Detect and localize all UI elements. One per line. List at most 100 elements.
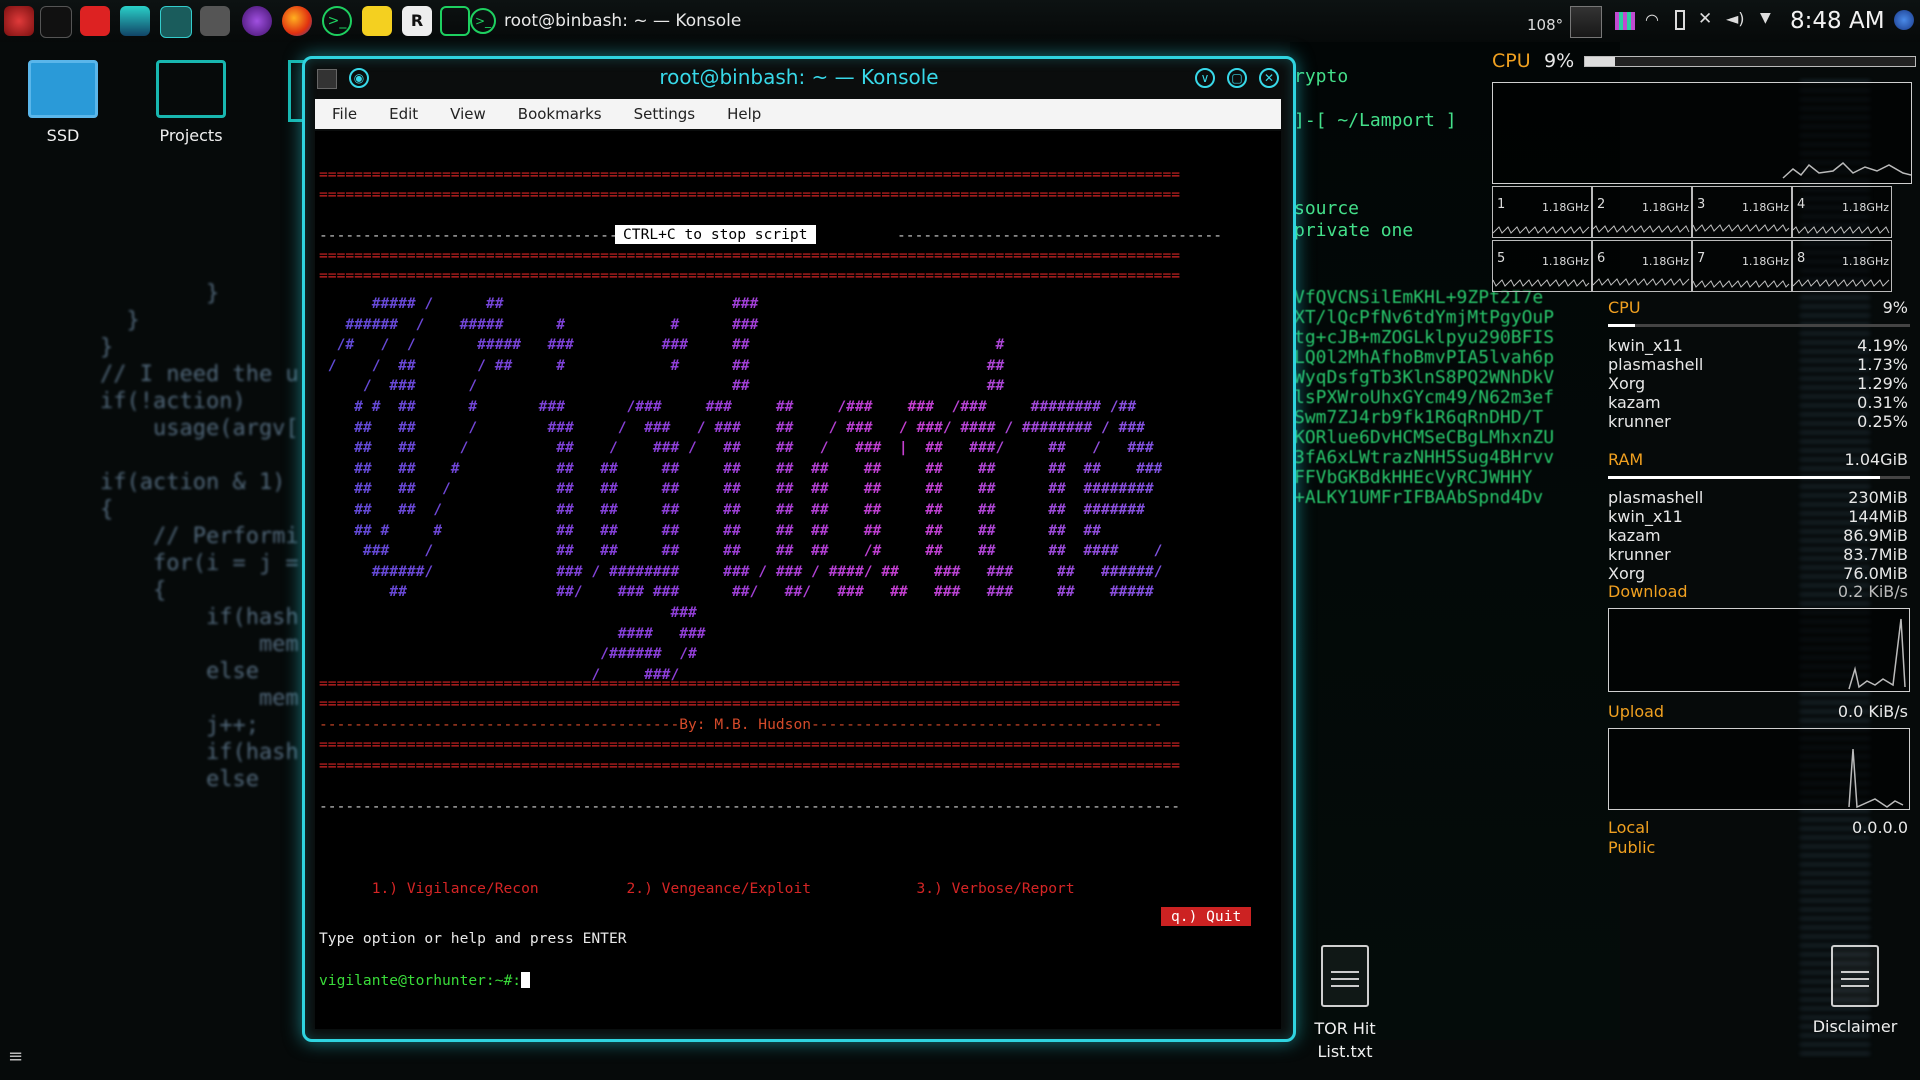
- process-value: 76.0MiB: [1843, 564, 1908, 583]
- background-terminal-text: rypto ]-[ ~/Lamport ] source private one: [1294, 66, 1457, 241]
- ram-section-value: 1.04GiB: [1844, 450, 1908, 469]
- menu-options: 1.) Vigilance/Recon 2.) Vengeance/Exploi…: [319, 880, 1075, 897]
- close-button[interactable]: ✕: [1259, 68, 1279, 88]
- prompt-text: vigilante@torhunter:~#:: [319, 972, 522, 989]
- tray-expand-icon[interactable]: ▼: [1760, 10, 1771, 26]
- battery-icon[interactable]: [1675, 10, 1685, 30]
- taskbar-konsole-button[interactable]: >_ root@binbash: ~ — Konsole: [470, 4, 741, 38]
- instruction-text: Type option or help and press ENTER: [319, 930, 627, 947]
- process-name: krunner: [1608, 545, 1671, 564]
- command-prompt[interactable]: vigilante@torhunter:~#:: [319, 972, 531, 989]
- home-icon[interactable]: [440, 6, 470, 36]
- text-cursor: [521, 972, 531, 988]
- process-value: 83.7MiB: [1843, 545, 1908, 564]
- cpu-usage-bar: [1608, 324, 1910, 327]
- cpu-header-label: CPU: [1492, 50, 1531, 72]
- ip-value: 0.0.0.0: [1852, 818, 1908, 837]
- desktop-toolbox-icon[interactable]: ≡: [8, 1046, 38, 1070]
- minimize-button[interactable]: ∨: [1195, 68, 1215, 88]
- separator-line: ========================================…: [319, 267, 1181, 284]
- core-graphs: 1 1.18GHz 2 1.18GHz 3 1.18GHz 4 1.18GHz 5 1.18GHz…: [1492, 186, 1912, 292]
- cpu-section-label: CPU: [1608, 298, 1641, 317]
- core-sparkline: [1493, 279, 1590, 287]
- desktop-icon-label: Projects: [159, 126, 223, 145]
- process-value: 4.19%: [1857, 336, 1908, 355]
- process-value: 0.25%: [1857, 412, 1908, 431]
- taskbar-window-title: root@binbash: ~ — Konsole: [504, 11, 742, 31]
- menu-view[interactable]: View: [433, 105, 501, 123]
- stop-script-notice: CTRL+C to stop script: [615, 225, 816, 244]
- system-monitor-icon[interactable]: [160, 6, 192, 38]
- core-sparkline: [1693, 280, 1790, 288]
- terminal-area[interactable]: ========================================…: [315, 131, 1281, 1029]
- process-name: krunner: [1608, 412, 1671, 431]
- core-sparkline: [1793, 226, 1890, 234]
- process-name: plasmashell: [1608, 355, 1704, 374]
- cpu-total-sparkline: [1782, 161, 1912, 179]
- desktop-icon-tor-hit-list[interactable]: TOR Hit List.txt: [1290, 945, 1400, 1063]
- core-graph-5: 5 1.18GHz: [1492, 240, 1592, 292]
- process-value: 0.31%: [1857, 393, 1908, 412]
- download-graph: [1608, 608, 1910, 692]
- process-name: Xorg: [1608, 564, 1646, 583]
- r-icon[interactable]: R: [402, 6, 432, 36]
- wifi-icon[interactable]: ◠: [1645, 10, 1665, 30]
- ram-section-header: RAM 1.04GiB: [1608, 450, 1908, 469]
- core-graph-3: 3 1.18GHz: [1692, 186, 1792, 238]
- media-icon[interactable]: [200, 6, 230, 36]
- core-graph-7: 7 1.18GHz: [1692, 240, 1792, 292]
- desktop-icon-projects[interactable]: Projects: [136, 60, 246, 145]
- desktop-icon-label: SSD: [46, 126, 80, 145]
- stop-line-right: -------------------------------------: [897, 227, 1223, 244]
- tor-browser-icon[interactable]: [242, 6, 272, 36]
- core-sparkline: [1793, 279, 1890, 287]
- bluetooth-icon[interactable]: ✕: [1698, 9, 1712, 29]
- process-row: kwin_x11 4.19%: [1608, 336, 1908, 355]
- process-value: 1.29%: [1857, 374, 1908, 393]
- core-graph-1: 1 1.18GHz: [1492, 186, 1592, 238]
- network-activity-icon[interactable]: [1615, 12, 1635, 30]
- byline: ----------------------------------------…: [319, 716, 1163, 733]
- globe-icon[interactable]: [1894, 10, 1914, 30]
- process-name: kazam: [1608, 526, 1661, 545]
- volume-icon[interactable]: ◄): [1726, 9, 1745, 28]
- desktop-icon-disclaimer[interactable]: Disclaimer: [1800, 945, 1910, 1036]
- menu-edit[interactable]: Edit: [372, 105, 433, 123]
- separator-line: ========================================…: [319, 675, 1181, 692]
- text-file-icon: [1321, 945, 1369, 1007]
- ram-section-label: RAM: [1608, 450, 1644, 469]
- menu-settings[interactable]: Settings: [617, 105, 711, 123]
- process-value: 1.73%: [1857, 355, 1908, 374]
- title-bar[interactable]: ◉ root@binbash: ~ — Konsole ∨ ▢ ✕: [305, 59, 1293, 97]
- process-value: 86.9MiB: [1843, 526, 1908, 545]
- upload-label: Upload: [1608, 702, 1665, 721]
- ram-usage-bar-fill: [1608, 476, 1880, 479]
- separator-line: ========================================…: [319, 247, 1181, 264]
- hacker-icon[interactable]: [40, 6, 72, 38]
- desktop-icon-ssd[interactable]: SSD: [8, 60, 118, 145]
- folder-icon[interactable]: [80, 6, 110, 36]
- separator-line: ========================================…: [319, 695, 1181, 712]
- maximize-button[interactable]: ▢: [1227, 68, 1247, 88]
- menu-bookmarks[interactable]: Bookmarks: [501, 105, 617, 123]
- process-name: kwin_x11: [1608, 507, 1683, 526]
- core-graph-8: 8 1.18GHz: [1792, 240, 1892, 292]
- separator-line: ========================================…: [319, 186, 1181, 203]
- konsole-window: ◉ root@binbash: ~ — Konsole ∨ ▢ ✕ File E…: [302, 56, 1296, 1042]
- process-row: plasmashell 1.73%: [1608, 355, 1908, 374]
- pikachu-icon[interactable]: [362, 6, 392, 36]
- process-value: 230MiB: [1848, 488, 1908, 507]
- menu-file[interactable]: File: [315, 105, 372, 123]
- terminal-icon[interactable]: >_: [322, 6, 352, 36]
- temperature-readout: 108°: [1527, 16, 1564, 34]
- menu-help[interactable]: Help: [710, 105, 776, 123]
- core-graph-6: 6 1.18GHz: [1592, 240, 1692, 292]
- process-row: plasmashell 230MiB: [1608, 488, 1908, 507]
- clock[interactable]: 8:48 AM: [1790, 8, 1885, 34]
- process-row: kwin_x11 144MiB: [1608, 507, 1908, 526]
- anime-icon[interactable]: [120, 6, 150, 36]
- desktop-icon-label: TOR Hit List.txt: [1314, 1019, 1376, 1061]
- process-row: kazam 86.9MiB: [1608, 526, 1908, 545]
- firefox-icon[interactable]: [282, 6, 312, 36]
- app-launcher-icon[interactable]: [4, 6, 34, 36]
